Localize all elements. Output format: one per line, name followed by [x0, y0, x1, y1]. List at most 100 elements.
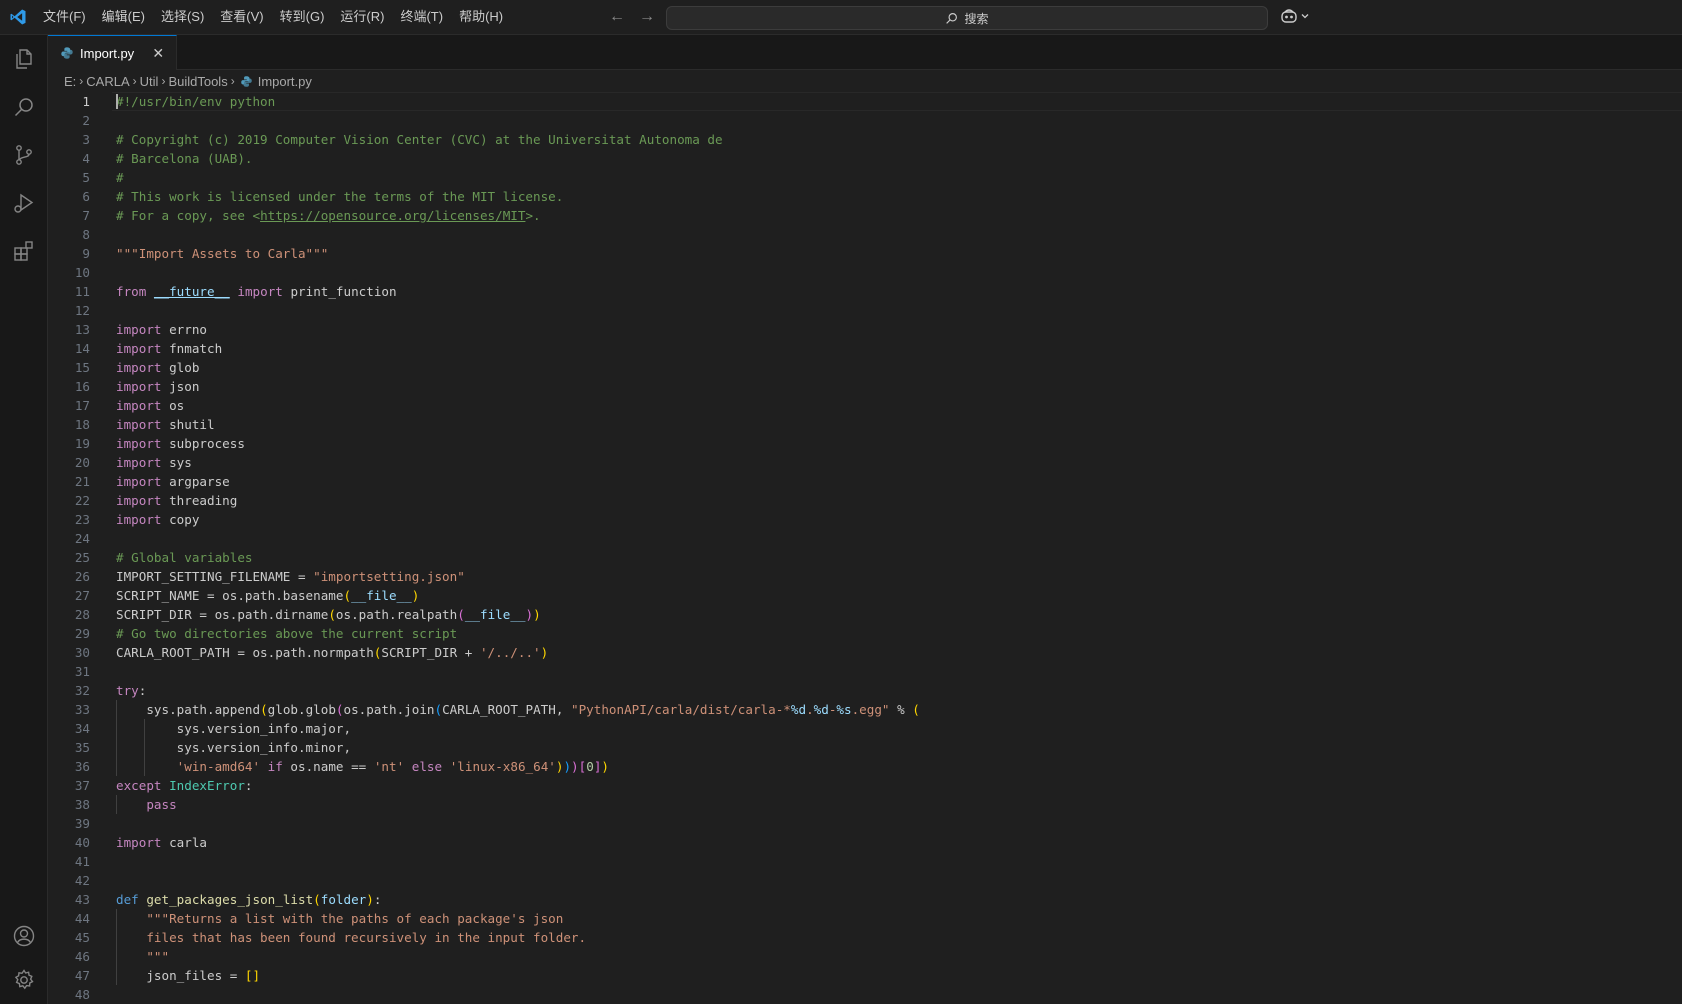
code-line[interactable]: 21 import argparse — [48, 472, 1682, 491]
line-number[interactable]: 11 — [48, 282, 90, 301]
code-line[interactable]: 2 — [48, 111, 1682, 130]
code-line[interactable]: 26 IMPORT_SETTING_FILENAME = "importsetti… — [48, 567, 1682, 586]
code-line[interactable]: 3 # Copyright (c) 2019 Computer Vision Ce… — [48, 130, 1682, 149]
tab-import-py[interactable]: Import.py ✕ — [48, 35, 178, 70]
code-line[interactable]: 44 """Returns a list with the paths of e… — [48, 909, 1682, 928]
breadcrumb-buildtools[interactable]: BuildTools — [168, 74, 227, 89]
code-line[interactable]: 38 pass — [48, 795, 1682, 814]
code-line[interactable]: 42 — [48, 871, 1682, 890]
go-forward-icon[interactable]: → — [636, 6, 658, 28]
line-number[interactable]: 6 — [48, 187, 90, 206]
copilot-menu-button[interactable] — [1280, 8, 1310, 24]
source-control-icon[interactable] — [0, 131, 48, 179]
close-icon[interactable]: ✕ — [150, 45, 166, 61]
code-line[interactable]: 27 SCRIPT_NAME = os.path.basename(__file_… — [48, 586, 1682, 605]
line-number[interactable]: 3 — [48, 130, 90, 149]
line-number[interactable]: 15 — [48, 358, 90, 377]
run-debug-icon[interactable] — [0, 179, 48, 227]
command-center-search[interactable]: 搜索 — [666, 6, 1268, 30]
line-number[interactable]: 5 — [48, 168, 90, 187]
line-number[interactable]: 30 — [48, 643, 90, 662]
line-number[interactable]: 31 — [48, 662, 90, 681]
settings-gear-icon[interactable] — [0, 956, 48, 1004]
code-line[interactable]: 25 # Global variables — [48, 548, 1682, 567]
menu-selection[interactable]: 选择(S) — [153, 5, 212, 29]
line-number[interactable]: 32 — [48, 681, 90, 700]
line-number[interactable]: 21 — [48, 472, 90, 491]
line-number[interactable]: 46 — [48, 947, 90, 966]
code-line[interactable]: 28 SCRIPT_DIR = os.path.dirname(os.path.r… — [48, 605, 1682, 624]
line-number[interactable]: 36 — [48, 757, 90, 776]
code-line[interactable]: 24 — [48, 529, 1682, 548]
breadcrumb-file[interactable]: Import.py — [258, 74, 312, 89]
code-line[interactable]: 22 import threading — [48, 491, 1682, 510]
line-number[interactable]: 44 — [48, 909, 90, 928]
line-number[interactable]: 25 — [48, 548, 90, 567]
code-line[interactable]: 36 'win-amd64' if os.name == 'nt' else '… — [48, 757, 1682, 776]
code-line[interactable]: 39 — [48, 814, 1682, 833]
menu-edit[interactable]: 编辑(E) — [94, 5, 153, 29]
menu-terminal[interactable]: 终端(T) — [392, 5, 451, 29]
account-icon[interactable] — [0, 912, 48, 960]
code-line[interactable]: 47 json_files = [] — [48, 966, 1682, 985]
code-line[interactable]: 29 # Go two directories above the current… — [48, 624, 1682, 643]
menu-help[interactable]: 帮助(H) — [451, 5, 511, 29]
menu-file[interactable]: 文件(F) — [35, 5, 94, 29]
code-line[interactable]: 11 from __future__ import print_function — [48, 282, 1682, 301]
line-number[interactable]: 42 — [48, 871, 90, 890]
code-line[interactable]: 6 # This work is licensed under the terms… — [48, 187, 1682, 206]
line-number[interactable]: 47 — [48, 966, 90, 985]
code-line[interactable]: 4 # Barcelona (UAB). — [48, 149, 1682, 168]
line-number[interactable]: 26 — [48, 567, 90, 586]
code-line[interactable]: 13 import errno — [48, 320, 1682, 339]
line-number[interactable]: 18 — [48, 415, 90, 434]
menu-view[interactable]: 查看(V) — [212, 5, 271, 29]
code-line[interactable]: 32 try: — [48, 681, 1682, 700]
line-number[interactable]: 39 — [48, 814, 90, 833]
line-number[interactable]: 34 — [48, 719, 90, 738]
menu-go[interactable]: 转到(G) — [272, 5, 333, 29]
code-line[interactable]: 16 import json — [48, 377, 1682, 396]
code-line[interactable]: 40 import carla — [48, 833, 1682, 852]
line-number[interactable]: 13 — [48, 320, 90, 339]
code-line[interactable]: 5 # — [48, 168, 1682, 187]
code-line[interactable]: 10 — [48, 263, 1682, 282]
go-back-icon[interactable]: ← — [606, 6, 628, 28]
code-line[interactable]: 33 sys.path.append(glob.glob(os.path.joi… — [48, 700, 1682, 719]
code-line[interactable]: 30 CARLA_ROOT_PATH = os.path.normpath(SCR… — [48, 643, 1682, 662]
line-number[interactable]: 28 — [48, 605, 90, 624]
line-number[interactable]: 38 — [48, 795, 90, 814]
code-line[interactable]: 17 import os — [48, 396, 1682, 415]
search-icon[interactable] — [0, 83, 48, 131]
code-line[interactable]: 41 — [48, 852, 1682, 871]
line-number[interactable]: 9 — [48, 244, 90, 263]
code-line[interactable]: 8 — [48, 225, 1682, 244]
code-line[interactable]: 9 """Import Assets to Carla""" — [48, 244, 1682, 263]
code-line[interactable]: 18 import shutil — [48, 415, 1682, 434]
line-number[interactable]: 10 — [48, 263, 90, 282]
line-number[interactable]: 43 — [48, 890, 90, 909]
code-line[interactable]: 7 # For a copy, see <https://opensource.o… — [48, 206, 1682, 225]
line-number[interactable]: 19 — [48, 434, 90, 453]
line-number[interactable]: 17 — [48, 396, 90, 415]
line-number[interactable]: 41 — [48, 852, 90, 871]
line-number[interactable]: 33 — [48, 700, 90, 719]
line-number[interactable]: 35 — [48, 738, 90, 757]
code-line[interactable]: 20 import sys — [48, 453, 1682, 472]
line-number[interactable]: 4 — [48, 149, 90, 168]
extensions-icon[interactable] — [0, 227, 48, 275]
code-line[interactable]: 15 import glob — [48, 358, 1682, 377]
code-line[interactable]: 37 except IndexError: — [48, 776, 1682, 795]
line-number[interactable]: 14 — [48, 339, 90, 358]
code-line[interactable]: 23 import copy — [48, 510, 1682, 529]
code-line[interactable]: 14 import fnmatch — [48, 339, 1682, 358]
code-editor[interactable]: 1 #!/usr/bin/env python 2 3 # Copyright (c) … — [48, 92, 1682, 1004]
code-line[interactable]: 19 import subprocess — [48, 434, 1682, 453]
code-line[interactable]: 48 — [48, 985, 1682, 1004]
breadcrumb-util[interactable]: Util — [140, 74, 159, 89]
code-line[interactable]: 31 — [48, 662, 1682, 681]
line-number[interactable]: 2 — [48, 111, 90, 130]
line-number[interactable]: 23 — [48, 510, 90, 529]
line-number[interactable]: 29 — [48, 624, 90, 643]
files-icon[interactable] — [0, 35, 48, 83]
